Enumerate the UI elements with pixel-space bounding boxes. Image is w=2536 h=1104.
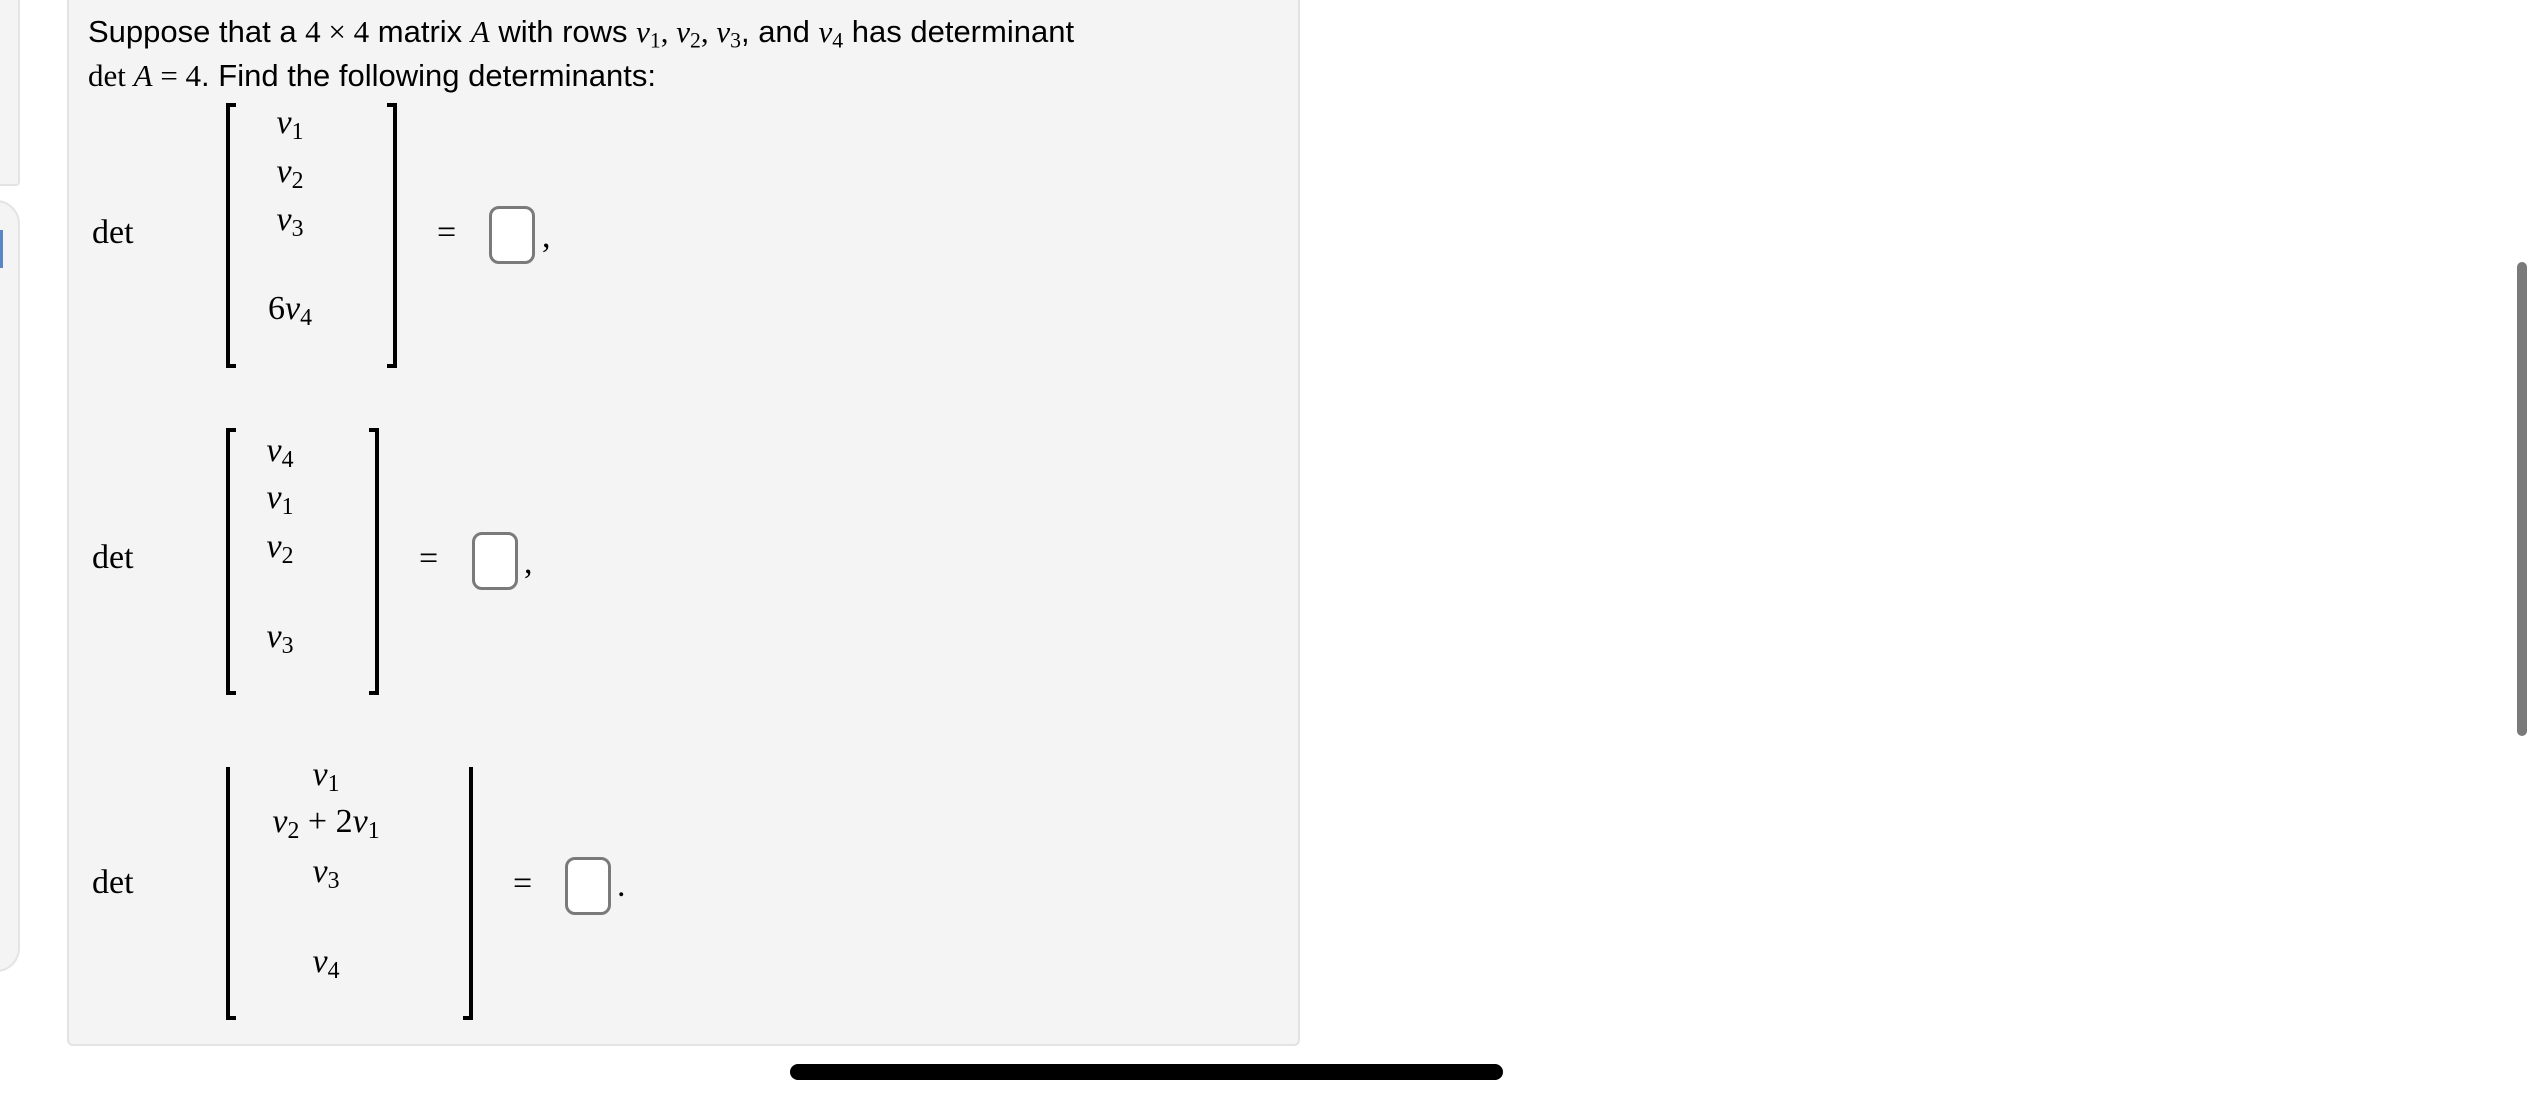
det-label: det [92, 214, 134, 251]
det-label: det [92, 539, 134, 576]
answer-input-3[interactable] [565, 857, 611, 915]
intro-text: Suppose that a [88, 14, 306, 49]
separator: , [700, 14, 717, 49]
previous-panel-fragment [0, 0, 20, 186]
matrix-row: v4 [312, 943, 340, 984]
intro-text: with rows [489, 14, 637, 49]
row-var: v [636, 14, 650, 49]
matrix-dimension: 4 × 4 [305, 14, 370, 49]
matrix-row: v3 [312, 853, 340, 894]
intro-text: has determinant [843, 14, 1075, 49]
intro-text: , and [740, 14, 819, 49]
matrix-row: v2 [276, 153, 304, 194]
equals-sign: = [437, 214, 457, 251]
matrix-row: v1 [276, 104, 304, 145]
vertical-scrollbar[interactable] [2517, 262, 2527, 736]
row-var: v [676, 14, 691, 49]
trailing-punctuation: , [524, 544, 533, 581]
row-subscript: 4 [832, 28, 844, 53]
row-subscript: 3 [730, 28, 741, 53]
matrix-name: A [133, 58, 153, 93]
answer-input-2[interactable] [472, 532, 518, 590]
matrix-row: v4 [266, 432, 294, 473]
row-subscript: 2 [690, 28, 701, 53]
right-bracket [387, 103, 397, 368]
matrix-row: v3 [276, 201, 304, 242]
separator: , [660, 14, 677, 49]
det-label: det [92, 864, 134, 901]
row-subscript: 1 [649, 28, 661, 53]
problem-statement: Suppose that a 4 × 4 matrix A with rows … [88, 10, 1288, 98]
left-bracket [226, 767, 236, 1020]
matrix-row: 6v4 [268, 290, 312, 331]
trailing-punctuation: . [617, 867, 626, 904]
left-bracket [226, 103, 236, 368]
intro-text: matrix [369, 14, 471, 49]
trailing-punctuation: , [542, 218, 551, 255]
answer-input-1[interactable] [489, 206, 535, 264]
equals-sign: = [419, 540, 439, 577]
equals-sign: = [513, 865, 533, 902]
sidebar-panel-fragment [0, 200, 20, 972]
det-value: = 4 [152, 58, 202, 93]
intro-text: . Find the following determinants: [201, 58, 656, 93]
matrix-row: v2 + 2v1 [272, 803, 380, 844]
row-var: v [818, 14, 833, 49]
home-indicator[interactable] [790, 1064, 1503, 1080]
matrix-row: v2 [266, 528, 294, 569]
question-panel [67, 0, 1300, 1046]
matrix-row: v1 [266, 479, 294, 520]
matrix-name: A [470, 14, 490, 49]
matrix-row: v3 [266, 618, 294, 659]
sidebar-active-indicator [0, 230, 3, 268]
row-var: v [716, 14, 731, 49]
right-bracket [463, 767, 473, 1020]
left-bracket [226, 428, 236, 695]
right-bracket [369, 428, 379, 695]
det-operator: det [88, 58, 134, 93]
matrix-row: v1 [312, 756, 340, 797]
